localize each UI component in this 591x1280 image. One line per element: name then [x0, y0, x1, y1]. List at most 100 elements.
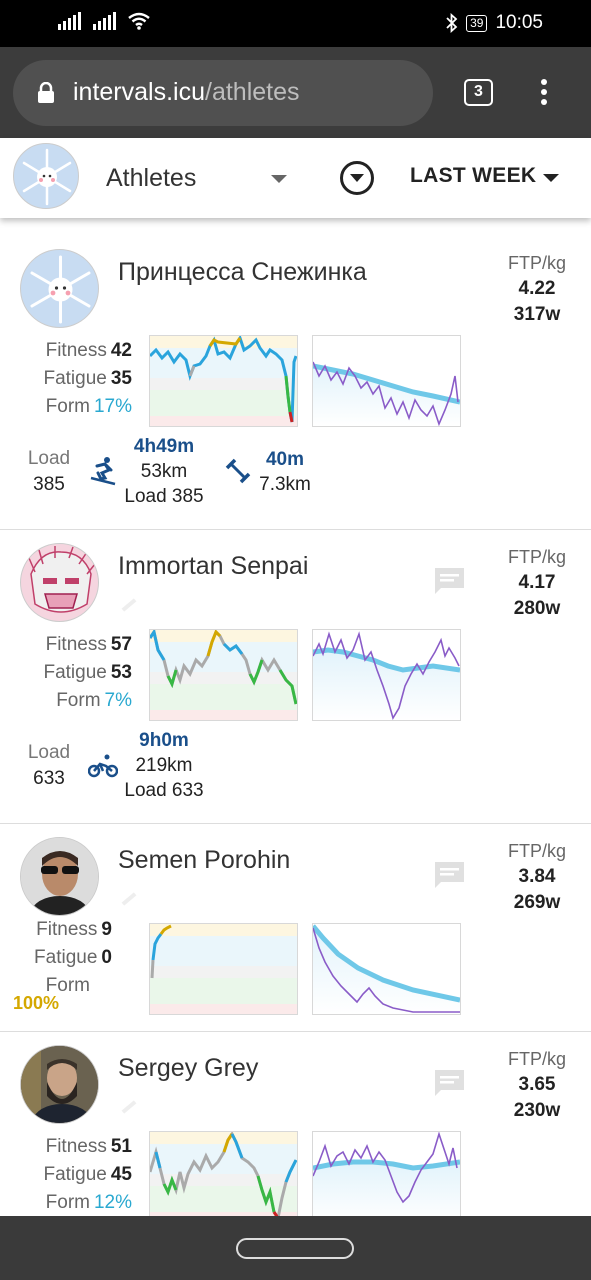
load-value: 385: [33, 474, 65, 495]
form-value: 17%: [93, 396, 132, 417]
system-nav-bar: [0, 1216, 591, 1280]
athlete-card[interactable]: Sergey Grey FTP/kg 3.65 230w Fitness 51 F…: [0, 1032, 591, 1216]
bluetooth-icon: [446, 13, 458, 33]
form-value: 12%: [93, 1192, 132, 1213]
activity-distance: 7.3km: [259, 474, 311, 495]
athlete-name[interactable]: Semen Porohin: [118, 846, 290, 875]
power-curve-chart[interactable]: [312, 629, 461, 721]
expand-circle-icon[interactable]: [340, 161, 374, 195]
fatigue-label: Fatigue: [43, 662, 107, 683]
athlete-avatar: [20, 837, 99, 916]
athlete-list: Принцесса Снежинка FTP/kg 4.22 317w Fitn…: [0, 218, 591, 1216]
ftp-kg: 4.17: [518, 572, 556, 593]
activity-duration: 9h0m: [139, 730, 189, 751]
power-curve-chart[interactable]: [312, 335, 461, 427]
ftp-kg: 3.84: [518, 866, 556, 887]
home-gesture-handle[interactable]: [236, 1238, 354, 1259]
fitness-value: 57: [110, 634, 132, 655]
ftp-watts: 269w: [513, 892, 561, 913]
battery-icon: 39: [466, 14, 488, 32]
athlete-avatar: [20, 249, 99, 328]
edit-icon[interactable]: [121, 598, 137, 612]
load-label: Load: [27, 448, 71, 469]
ftp-watts: 280w: [513, 598, 561, 619]
power-curve-chart[interactable]: [312, 1131, 461, 1216]
ftp-kg: 4.22: [518, 278, 556, 299]
activity-duration: 4h49m: [133, 436, 195, 457]
url-domain: intervals.icu: [73, 78, 205, 106]
status-bar: 39 10:05: [0, 0, 591, 47]
tab-switcher-button[interactable]: 3: [464, 79, 493, 106]
athlete-card[interactable]: Semen Porohin FTP/kg 3.84 269w Fitness 9 …: [0, 824, 591, 1032]
athlete-avatar: [20, 543, 99, 622]
strength-icon: [225, 458, 251, 484]
comment-icon[interactable]: [433, 566, 466, 596]
edit-icon[interactable]: [121, 1100, 137, 1114]
fatigue-value: 35: [110, 368, 132, 389]
comment-icon[interactable]: [433, 1068, 466, 1098]
athlete-name[interactable]: Immortan Senpai: [118, 552, 308, 581]
activity-distance: 219km: [135, 755, 193, 776]
athlete-card[interactable]: Immortan Senpai FTP/kg 4.17 280w Fitness…: [0, 530, 591, 824]
form-chart[interactable]: [149, 923, 298, 1015]
ftp-block: FTP/kg 4.17 280w: [497, 547, 577, 620]
period-selector[interactable]: LAST WEEK: [410, 164, 536, 188]
comment-icon[interactable]: [433, 860, 466, 890]
ftp-block: FTP/kg 4.22 317w: [497, 253, 577, 326]
lock-icon: [38, 82, 54, 103]
signal-icon: [93, 12, 116, 30]
athlete-name[interactable]: Sergey Grey: [118, 1054, 258, 1083]
fitness-value: 51: [110, 1136, 132, 1157]
fitness-label: Fitness: [45, 1136, 107, 1157]
athletes-dropdown-icon[interactable]: [271, 175, 287, 183]
fitness-label: Fitness: [45, 634, 107, 655]
form-label: Form: [45, 1192, 90, 1213]
form-value: 7%: [104, 690, 132, 711]
user-avatar[interactable]: [13, 143, 79, 209]
fatigue-label: Fatigue: [43, 368, 107, 389]
fitness-value: 9: [101, 919, 112, 940]
activity-summary[interactable]: 4h49m 53km Load 385: [114, 434, 214, 509]
athlete-name[interactable]: Принцесса Снежинка: [118, 258, 367, 287]
wifi-icon: [128, 12, 150, 30]
athlete-avatar: [20, 1045, 99, 1124]
activity-distance: 53km: [140, 461, 188, 482]
form-chart[interactable]: [148, 334, 298, 427]
activity-load: Load 633: [124, 780, 204, 801]
menu-icon[interactable]: [538, 79, 550, 109]
athlete-card[interactable]: Принцесса Снежинка FTP/kg 4.22 317w Fitn…: [0, 218, 591, 530]
load-label: Load: [27, 742, 71, 763]
ftp-label: FTP/kg: [507, 547, 566, 567]
app-header: Athletes LAST WEEK: [0, 138, 591, 218]
load-summary: Load 385: [24, 448, 74, 496]
ftp-block: FTP/kg 3.65 230w: [497, 1049, 577, 1122]
ftp-label: FTP/kg: [507, 841, 566, 861]
fitness-stats: Fitness 9 Fatigue 0 Form 100%: [0, 919, 112, 1013]
activity-load: Load 385: [124, 486, 204, 507]
fatigue-label: Fatigue: [34, 947, 98, 968]
fatigue-value: 0: [101, 947, 112, 968]
power-curve-chart[interactable]: [311, 923, 461, 1015]
clock: 10:05: [495, 12, 543, 33]
page-title: Athletes: [106, 164, 197, 192]
activity-summary[interactable]: 40m 7.3km: [250, 447, 320, 497]
ftp-watts: 317w: [513, 304, 561, 325]
ftp-label: FTP/kg: [507, 1049, 566, 1069]
fitness-stats: Fitness 57 Fatigue 53 Form 7%: [0, 634, 132, 718]
form-chart[interactable]: [148, 628, 298, 721]
edit-icon[interactable]: [121, 892, 137, 906]
ftp-label: FTP/kg: [507, 253, 566, 273]
period-dropdown-icon[interactable]: [543, 174, 559, 182]
load-summary: Load 633: [24, 742, 74, 790]
address-bar[interactable]: intervals.icu/athletes: [13, 60, 433, 126]
ftp-block: FTP/kg 3.84 269w: [497, 841, 577, 914]
fitness-label: Fitness: [45, 340, 107, 361]
fatigue-label: Fatigue: [43, 1164, 107, 1185]
activity-duration: 40m: [265, 449, 305, 470]
ftp-kg: 3.65: [518, 1074, 556, 1095]
fatigue-value: 45: [110, 1164, 132, 1185]
form-chart[interactable]: [148, 1131, 298, 1216]
activity-summary[interactable]: 9h0m 219km Load 633: [114, 728, 214, 803]
fitness-label: Fitness: [36, 919, 98, 940]
form-value: 100%: [13, 993, 60, 1013]
